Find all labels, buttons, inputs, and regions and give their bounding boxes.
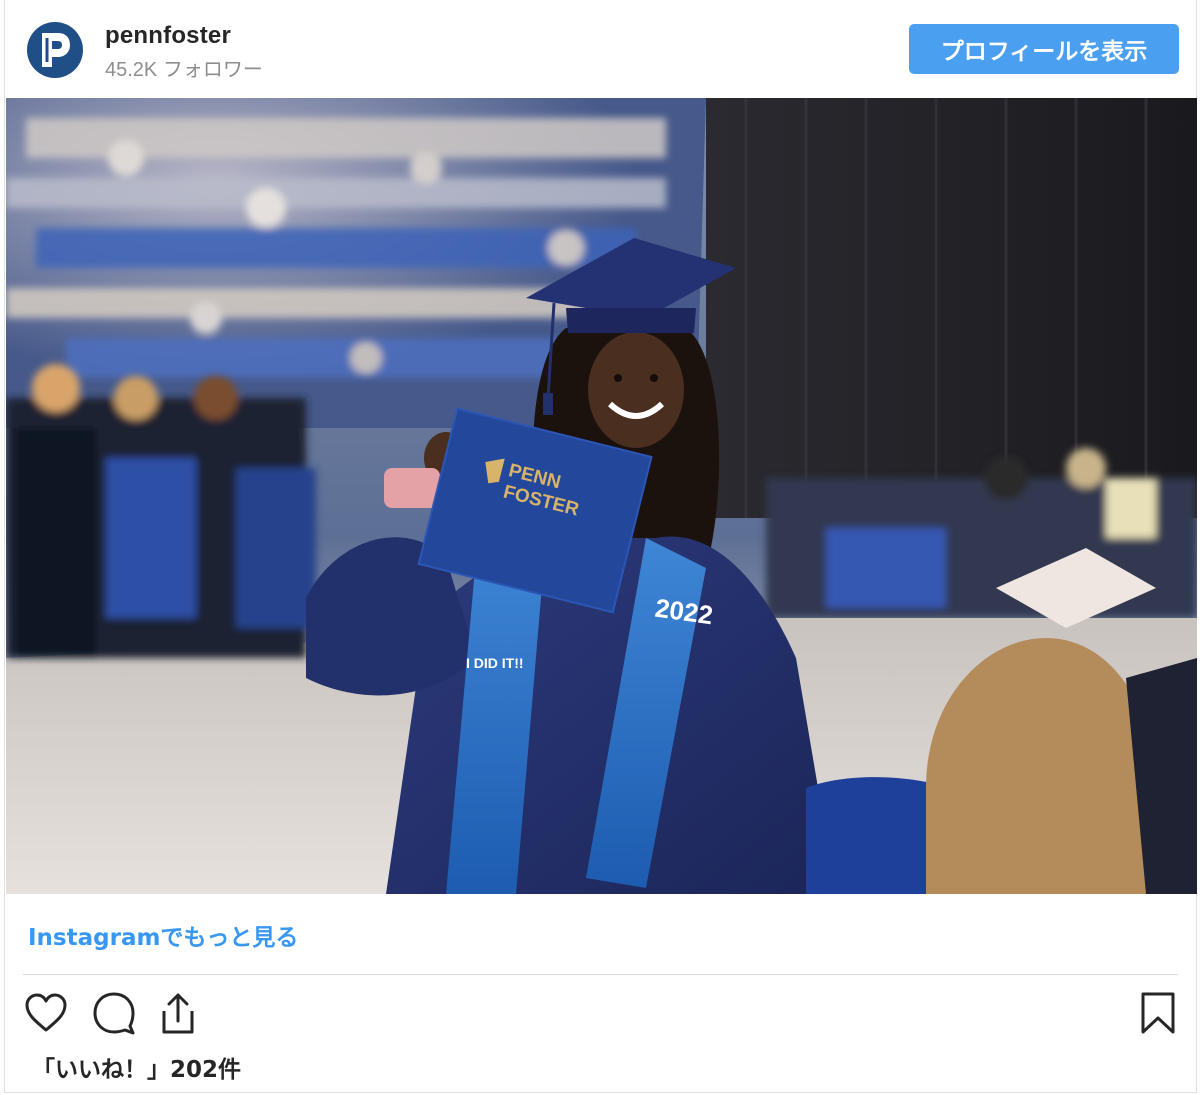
graduate-photo: I DID IT!! 2022 PENN FOSTER [6, 98, 1197, 894]
post-image[interactable]: I DID IT!! 2022 PENN FOSTER [6, 98, 1197, 894]
view-profile-button[interactable]: プロフィールを表示 [909, 24, 1179, 74]
like-button[interactable] [23, 990, 69, 1036]
penn-foster-logo-icon [42, 33, 70, 67]
comment-button[interactable] [91, 990, 137, 1036]
share-button[interactable] [155, 990, 201, 1036]
share-icon [162, 993, 194, 1034]
follower-count: 45.2K フォロワー [105, 59, 263, 81]
save-button[interactable] [1135, 990, 1181, 1036]
divider [23, 974, 1178, 975]
comment-icon [93, 992, 135, 1035]
view-more-on-instagram-link[interactable]: Instagramでもっと見る [28, 918, 298, 952]
instagram-embed: pennfoster 45.2K フォロワー プロフィールを表示 I DID I… [4, 0, 1197, 1093]
bookmark-icon [1141, 992, 1175, 1034]
post-header: pennfoster 45.2K フォロワー プロフィールを表示 [5, 0, 1196, 98]
like-count: 「いいね！」202件 [32, 1057, 242, 1083]
stole-text: I DID IT!! [466, 655, 524, 671]
avatar[interactable] [27, 22, 83, 78]
heart-icon [25, 993, 67, 1032]
username[interactable]: pennfoster [105, 22, 231, 50]
